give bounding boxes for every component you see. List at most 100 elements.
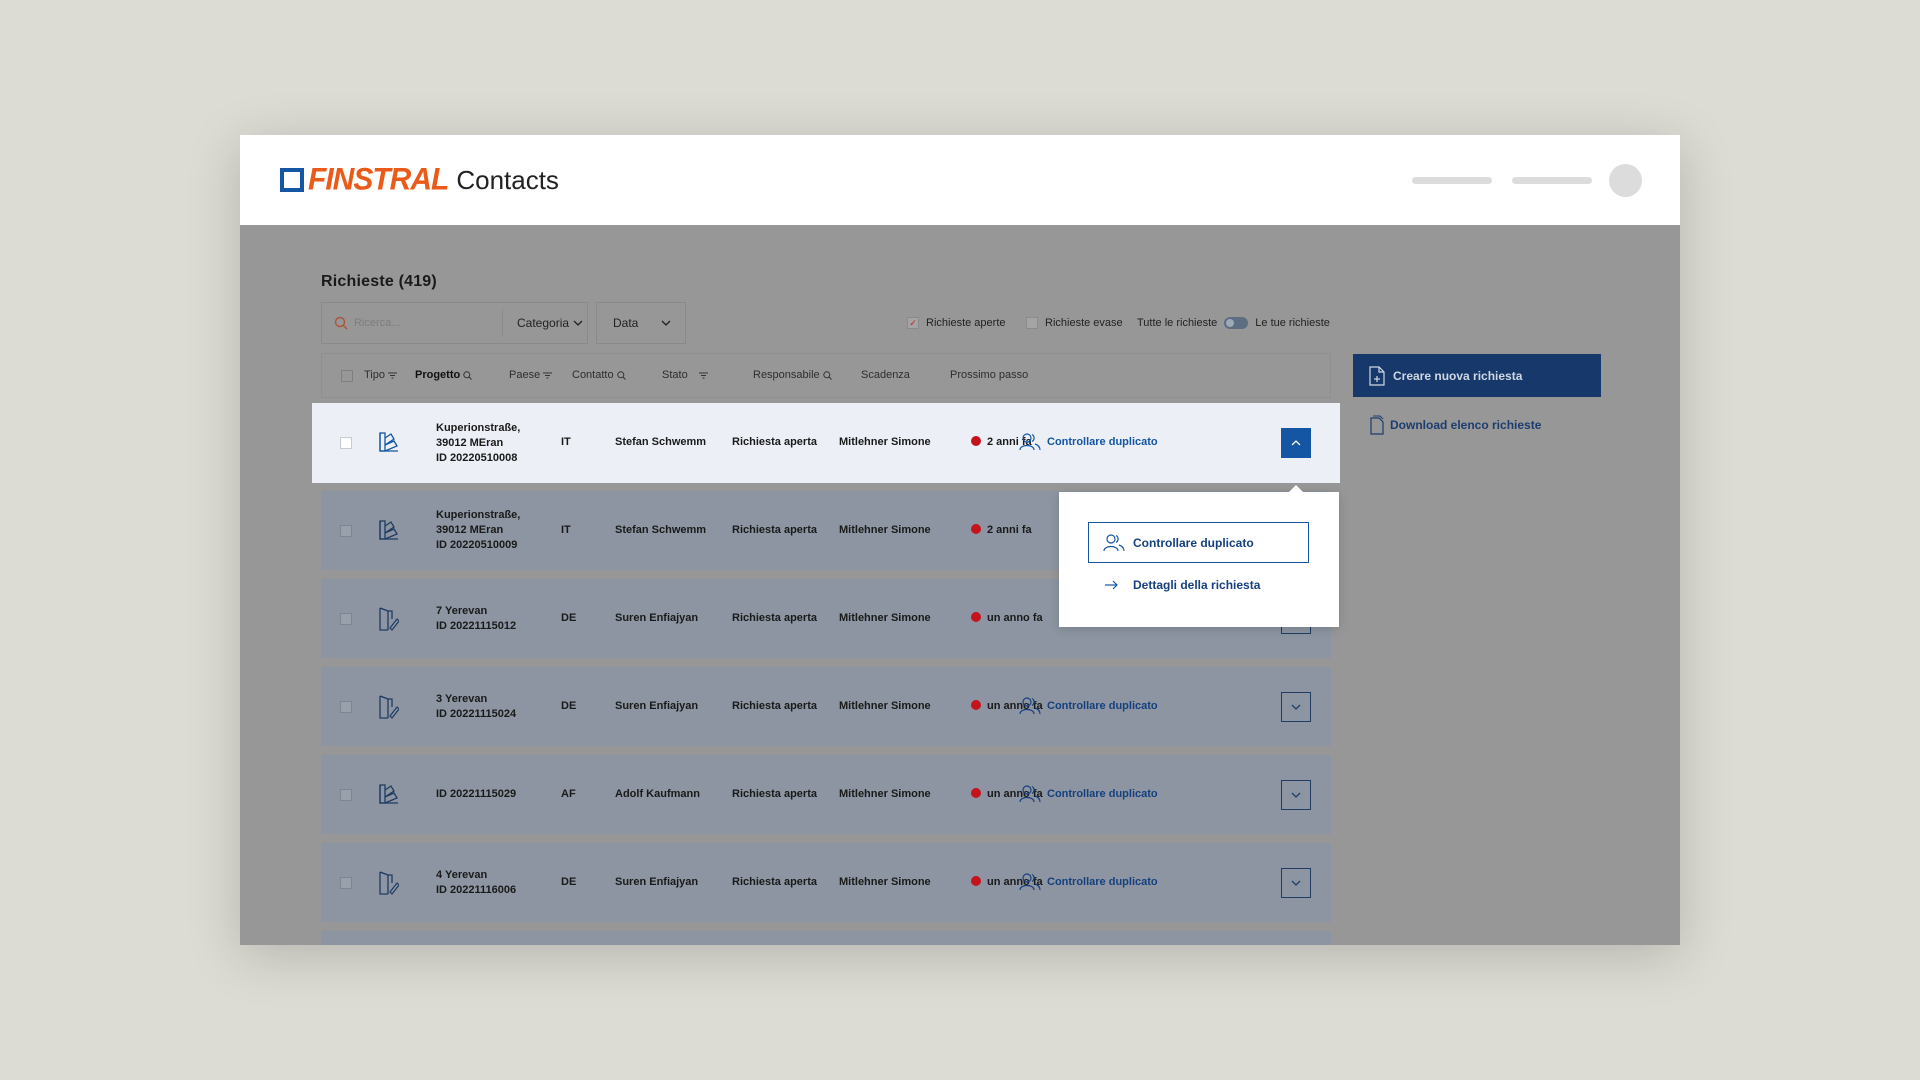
project-cell: Kuperionstraße, 39012 MEran ID 20220510008: [436, 421, 520, 466]
open-requests-filter[interactable]: ✓ Richieste aperte: [907, 317, 1006, 329]
row-checkbox[interactable]: [340, 876, 352, 889]
closed-requests-filter[interactable]: Richieste evase: [1026, 317, 1123, 329]
search-filter-group: Categoria: [321, 302, 588, 344]
column-type[interactable]: Tipo: [364, 369, 397, 381]
contact-cell: Suren Enfiajyan: [615, 875, 699, 888]
search-input[interactable]: [348, 303, 498, 343]
column-deadline[interactable]: Scadenza: [861, 369, 910, 381]
deadline-cell: 2 anni fa: [971, 523, 1032, 536]
project-line: 4 Yerevan: [436, 868, 488, 881]
table-row[interactable]: [321, 931, 1331, 945]
users-icon: [1103, 533, 1125, 552]
row-checkbox[interactable]: [340, 788, 352, 801]
deadline-cell: un anno fa: [971, 611, 1043, 624]
chevron-down-icon: [661, 320, 671, 326]
category-select[interactable]: Categoria: [503, 316, 583, 330]
row-checkbox[interactable]: [340, 700, 352, 713]
column-owner[interactable]: Responsabile: [753, 369, 832, 381]
closed-requests-checkbox[interactable]: [1026, 317, 1038, 329]
project-line: 7 Yerevan: [436, 604, 488, 617]
project-line: Kuperionstraße,: [436, 421, 521, 434]
chevron-down-icon: [573, 320, 583, 326]
contact-cell: Suren Enfiajyan: [615, 699, 699, 712]
date-select[interactable]: Data: [596, 302, 686, 344]
door-icon: [377, 606, 399, 632]
request-details-label: Dettagli della richiesta: [1133, 578, 1261, 592]
project-line: 3 Yerevan: [436, 692, 488, 705]
expand-row-button[interactable]: [1281, 691, 1311, 722]
project-line: ID 20221116006: [436, 883, 517, 896]
contact-cell: Stefan Schwemm: [615, 523, 707, 536]
date-label: Data: [613, 316, 639, 330]
logo-brand: FINSTRAL: [308, 162, 449, 197]
app-name: Contacts: [456, 164, 559, 195]
country-cell: IT: [561, 436, 571, 448]
requests-scope-toggle-group: Tutte le richieste Le tue richieste: [1137, 317, 1330, 329]
owner-cell: Mitlehner Simone: [839, 787, 931, 800]
country-cell: IT: [561, 523, 571, 536]
column-country[interactable]: Paese: [509, 369, 553, 381]
category-label: Categoria: [517, 316, 570, 330]
status-dot: [971, 787, 981, 798]
select-all-checkbox[interactable]: [341, 370, 353, 382]
row-checkbox[interactable]: [340, 612, 352, 625]
chevron-down-icon: [1291, 792, 1301, 798]
swatch-icon: [377, 430, 401, 454]
next-step-popup: Controllare duplicato Dettagli della ric…: [1059, 485, 1339, 627]
check-duplicate-link[interactable]: Controllare duplicato: [1019, 433, 1158, 451]
collapse-row-button[interactable]: [1281, 428, 1311, 458]
swatch-icon: [377, 782, 401, 806]
search-icon: [334, 316, 348, 330]
table-row[interactable]: 4 Yerevan ID 20221116006 DE Suren Enfiajyan…: [321, 843, 1331, 922]
request-details-link[interactable]: Dettagli della richiesta: [1105, 578, 1260, 592]
door-icon: [377, 694, 399, 720]
expand-row-button[interactable]: [1281, 867, 1311, 898]
filter-icon: [698, 372, 708, 379]
door-icon: [377, 870, 399, 896]
open-requests-checkbox[interactable]: ✓: [907, 317, 919, 329]
column-project[interactable]: Progetto: [415, 369, 473, 381]
header-placeholder-1: [1412, 177, 1492, 184]
status-cell: Richiesta aperta: [732, 787, 817, 800]
project-line: ID 20220510009: [436, 539, 518, 551]
requests-scope-toggle[interactable]: [1224, 317, 1249, 329]
project-cell: 3 Yerevan ID 20221115024: [436, 692, 516, 722]
check-duplicate-link[interactable]: Controllare duplicato: [1019, 696, 1158, 715]
owner-cell: Mitlehner Simone: [839, 611, 931, 624]
swatch-icon: [377, 518, 401, 542]
column-contact[interactable]: Contatto: [572, 369, 626, 381]
project-line: ID 20221115024: [436, 707, 517, 720]
chevron-up-icon: [1291, 440, 1301, 446]
create-request-button[interactable]: Creare nuova richiesta: [1353, 354, 1601, 397]
avatar[interactable]: [1609, 164, 1642, 197]
check-duplicate-button[interactable]: Controllare duplicato: [1088, 522, 1309, 563]
create-request-label: Creare nuova richiesta: [1393, 368, 1523, 383]
download-requests-link[interactable]: Download elenco richieste: [1370, 415, 1541, 435]
search-icon: [616, 370, 626, 380]
status-dot: [971, 875, 981, 886]
header-placeholder-2: [1512, 177, 1592, 184]
contact-cell: Stefan Schwemm: [615, 436, 707, 448]
project-cell: 4 Yerevan ID 20221116006: [436, 868, 516, 898]
column-next-step: Prossimo passo: [950, 369, 1029, 381]
status-cell: Richiesta aperta: [732, 875, 817, 888]
status-dot: [971, 699, 981, 710]
app-window: FINSTRAL Contacts Richieste (419) Catego…: [240, 135, 1680, 945]
column-status[interactable]: Stato: [662, 369, 708, 381]
check-duplicate-link[interactable]: Controllare duplicato: [1019, 872, 1158, 891]
table-row[interactable]: 3 Yerevan ID 20221115024 DE Suren Enfiajyan…: [321, 667, 1331, 746]
country-cell: DE: [561, 875, 577, 888]
check-duplicate-link[interactable]: Controllare duplicato: [1019, 784, 1158, 803]
app-logo[interactable]: FINSTRAL Contacts: [280, 162, 559, 198]
filter-icon: [388, 372, 397, 379]
country-cell: DE: [561, 611, 577, 624]
expand-row-button[interactable]: [1281, 779, 1311, 810]
filter-icon: [543, 372, 553, 379]
row-checkbox[interactable]: [340, 437, 352, 449]
contact-cell: Adolf Kaufmann: [615, 787, 700, 800]
table-row[interactable]: Kuperionstraße, 39012 MEran ID 20220510008…: [312, 403, 1340, 483]
table-row[interactable]: ID 20221115029 AF Adolf Kaufmann Richiesta …: [321, 755, 1331, 834]
project-line: 39012 MEran: [436, 524, 504, 536]
row-checkbox[interactable]: [340, 524, 352, 537]
country-cell: DE: [561, 699, 577, 712]
